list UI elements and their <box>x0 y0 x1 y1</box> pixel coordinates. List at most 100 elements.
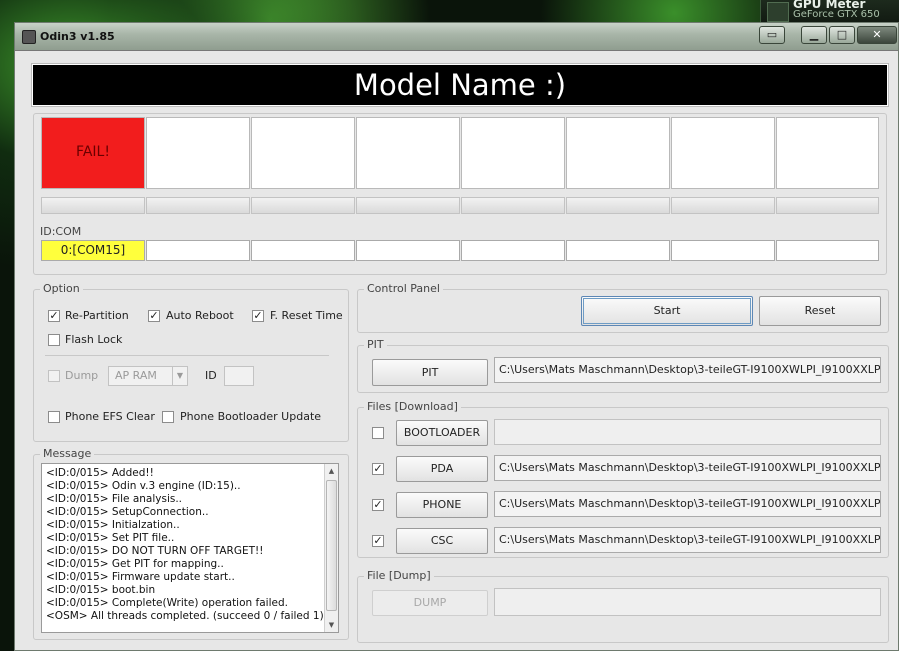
nvidia-logo-icon <box>767 2 789 22</box>
progress-bar <box>461 197 565 214</box>
re-partition-checkbox[interactable]: ✓ <box>48 310 60 322</box>
close-icon: ✕ <box>872 28 882 41</box>
maximize-button[interactable]: □ <box>829 26 855 44</box>
dump-path-field[interactable] <box>494 588 881 616</box>
flash-lock-label: Flash Lock <box>65 333 123 346</box>
file-row-path-field[interactable]: C:\Users\Mats Maschmann\Desktop\3-teileG… <box>494 455 881 481</box>
progress-bar <box>356 197 460 214</box>
message-line: <ID:0/015> DO NOT TURN OFF TARGET!! <box>46 545 264 557</box>
chevron-down-icon: ▼ <box>172 367 187 385</box>
status-cell <box>776 117 879 189</box>
message-line: <ID:0/015> Complete(Write) operation fai… <box>46 597 288 609</box>
com-port-cell: 0:[COM15] <box>41 240 145 261</box>
phone-bootloader-update-checkbox[interactable] <box>162 411 174 423</box>
message-line: <ID:0/015> Odin v.3 engine (ID:15).. <box>46 480 241 492</box>
gadget-subtitle: GeForce GTX 650 <box>793 9 880 20</box>
progress-bar <box>776 197 879 214</box>
com-port-cell <box>461 240 565 261</box>
odin-window: Odin3 v1.85 ▭ ▁ □ ✕ Model Name :) FAIL! … <box>14 22 899 651</box>
status-cell <box>461 117 565 189</box>
file-row-button[interactable]: BOOTLOADER <box>396 420 488 446</box>
message-line: <ID:0/015> Firmware update start.. <box>46 571 235 583</box>
id-input[interactable] <box>224 366 254 386</box>
file-row-path-field[interactable]: C:\Users\Mats Maschmann\Desktop\3-teileG… <box>494 491 881 517</box>
progress-bar <box>251 197 355 214</box>
id-com-label: ID:COM <box>40 225 82 238</box>
file-row-checkbox[interactable]: ✓ <box>372 463 384 475</box>
message-line: <ID:0/015> Set PIT file.. <box>46 532 175 544</box>
auto-reboot-label: Auto Reboot <box>166 309 234 322</box>
file-row-checkbox[interactable]: ✓ <box>372 535 384 547</box>
file-dump-legend: File [Dump] <box>364 569 434 582</box>
com-port-cell <box>146 240 250 261</box>
scroll-down-icon[interactable]: ▼ <box>325 618 338 632</box>
com-port-cell <box>776 240 879 261</box>
status-cell <box>671 117 775 189</box>
reset-button[interactable]: Reset <box>759 296 881 326</box>
option-legend: Option <box>40 282 83 295</box>
scrollbar-thumb[interactable] <box>326 480 337 611</box>
file-row-checkbox[interactable]: ✓ <box>372 499 384 511</box>
com-port-cell <box>251 240 355 261</box>
message-scrollbar[interactable]: ▲ ▼ <box>324 464 338 632</box>
phone-bootloader-update-label: Phone Bootloader Update <box>180 410 322 423</box>
status-cell: FAIL! <box>41 117 145 189</box>
progress-bar <box>146 197 250 214</box>
app-icon <box>22 30 36 44</box>
message-line: <OSM> All threads completed. (succeed 0 … <box>46 610 324 622</box>
message-line: <ID:0/015> SetupConnection.. <box>46 506 209 518</box>
com-port-cell <box>566 240 670 261</box>
title-bar[interactable]: Odin3 v1.85 ▭ ▁ □ ✕ <box>15 23 898 51</box>
file-row-button[interactable]: CSC <box>396 528 488 554</box>
com-port-cell <box>671 240 775 261</box>
file-row-path-field[interactable] <box>494 419 881 445</box>
re-partition-label: Re-Partition <box>65 309 129 322</box>
id-label: ID <box>205 369 217 382</box>
dump-label: Dump <box>65 369 99 382</box>
phone-efs-clear-label: Phone EFS Clear <box>65 410 155 423</box>
close-button[interactable]: ✕ <box>857 26 897 44</box>
progress-bar <box>671 197 775 214</box>
phone-efs-clear-checkbox[interactable] <box>48 411 60 423</box>
option-separator <box>45 355 329 356</box>
window-snap-icon: ▭ <box>766 28 778 41</box>
progress-bar <box>41 197 145 214</box>
control-panel-legend: Control Panel <box>364 282 443 295</box>
message-legend: Message <box>40 447 95 460</box>
scroll-up-icon[interactable]: ▲ <box>325 464 338 478</box>
status-cell <box>566 117 670 189</box>
snap-button[interactable]: ▭ <box>759 26 785 44</box>
model-name-header: Model Name :) <box>32 64 888 106</box>
dump-button[interactable]: DUMP <box>372 590 488 616</box>
files-download-legend: Files [Download] <box>364 400 461 413</box>
file-row-checkbox[interactable] <box>372 427 384 439</box>
minimize-button[interactable]: ▁ <box>801 26 827 44</box>
pit-button[interactable]: PIT <box>372 359 488 386</box>
status-cell <box>146 117 250 189</box>
start-button[interactable]: Start <box>581 296 753 326</box>
message-line: <ID:0/015> Initialzation.. <box>46 519 180 531</box>
message-line: <ID:0/015> boot.bin <box>46 584 156 596</box>
file-row-button[interactable]: PDA <box>396 456 488 482</box>
f-reset-time-checkbox[interactable]: ✓ <box>252 310 264 322</box>
message-line: <ID:0/015> Get PIT for mapping.. <box>46 558 224 570</box>
message-log[interactable]: <ID:0/015> Added!! <ID:0/015> Odin v.3 en… <box>41 463 339 633</box>
pit-path-field[interactable]: C:\Users\Mats Maschmann\Desktop\3-teileG… <box>494 357 881 383</box>
file-row-path-field[interactable]: C:\Users\Mats Maschmann\Desktop\3-teileG… <box>494 527 881 553</box>
minimize-icon: ▁ <box>809 28 819 41</box>
ap-ram-select[interactable]: AP RAM ▼ <box>108 366 188 386</box>
f-reset-time-label: F. Reset Time <box>270 309 343 322</box>
com-port-cell <box>356 240 460 261</box>
pit-legend: PIT <box>364 338 387 351</box>
file-row-button[interactable]: PHONE <box>396 492 488 518</box>
window-title: Odin3 v1.85 <box>40 30 115 43</box>
dump-checkbox[interactable] <box>48 370 60 382</box>
maximize-icon: □ <box>836 28 848 41</box>
auto-reboot-checkbox[interactable]: ✓ <box>148 310 160 322</box>
flash-lock-checkbox[interactable] <box>48 334 60 346</box>
ap-ram-value: AP RAM <box>115 369 157 382</box>
status-cell <box>251 117 355 189</box>
message-line: <ID:0/015> File analysis.. <box>46 493 183 505</box>
message-line: <ID:0/015> Added!! <box>46 467 154 479</box>
progress-bar <box>566 197 670 214</box>
